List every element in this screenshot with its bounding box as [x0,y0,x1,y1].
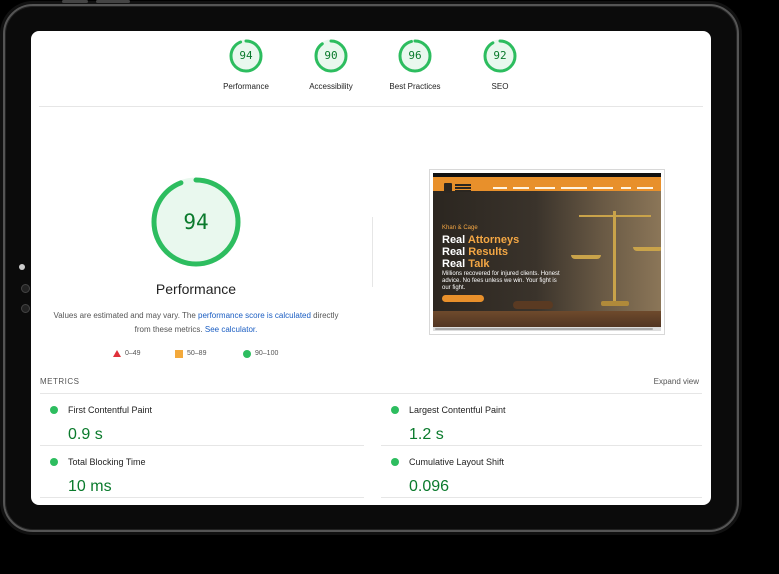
headline-accent: Talk [468,258,490,270]
metric-largest-contentful-paint: Largest Contentful Paint 1.2 s [381,400,701,450]
scales-illustration [633,247,661,251]
gauge-performance[interactable]: 94 Performance [201,39,291,91]
main-score: 94 [183,210,209,234]
gauge-label: Performance [223,82,269,91]
metric-name: Largest Contentful Paint [409,405,506,415]
final-screenshot: Khan & Cage Real Attorneys Real Results … [429,169,665,335]
site-logo-text [455,184,471,186]
site-nav-link [513,187,529,189]
scales-logo-icon [444,183,452,193]
sensor-icon [21,304,30,313]
headline-accent: Results [468,246,509,258]
legend-range: 50–89 [187,350,207,357]
metric-name: Total Blocking Time [68,457,146,467]
gauge-ring: 96 [398,39,432,73]
score-gauges: 94 Performance 90 Accessibility 96 Best … [31,31,711,107]
description-text: Values are estimated and may vary. The [53,311,198,320]
metrics-divider [40,497,364,498]
metric-value: 0.096 [409,478,450,495]
site-nav-link [561,187,587,189]
headline-word: Real [442,246,469,258]
gavel-illustration [513,301,553,309]
metric-cumulative-layout-shift: Cumulative Layout Shift 0.096 [381,452,701,502]
gauge-value: 94 [239,49,253,62]
metric-name: First Contentful Paint [68,405,153,415]
device-stage: 94 Performance 90 Accessibility 96 Best … [0,0,779,574]
gauge-value: 92 [493,49,507,62]
scrollbar-thumb [435,328,653,330]
gauge-best-practices[interactable]: 96 Best Practices [370,39,460,91]
gauge-ring: 94 [229,39,263,73]
gauge-accessibility[interactable]: 90 Accessibility [286,39,376,91]
vertical-divider [372,217,373,287]
site-headline: Real Results [442,247,508,258]
site-copy: Millions recovered for injured clients. … [442,271,560,291]
gauge-ring: 90 [314,39,348,73]
camera-icon [19,264,25,270]
site-nav-link [621,187,631,189]
see-calculator-link[interactable]: See calculator. [205,325,257,334]
metric-value: 10 ms [68,478,112,495]
legend-range: 90–100 [255,350,279,357]
site-nav-link [637,187,653,189]
metric-value: 1.2 s [409,426,444,443]
sensor-icon [21,284,30,293]
site-preview: Khan & Cage Real Attorneys Real Results … [433,173,661,331]
gauge-label: Best Practices [389,82,441,91]
pass-circle-icon [50,406,58,414]
headline-word: Real [442,258,469,270]
metrics-divider [381,497,702,498]
site-nav-link [493,187,507,189]
tablet-button [96,0,130,3]
scales-illustration [613,211,616,303]
metric-first-contentful-paint: First Contentful Paint 0.9 s [40,400,360,450]
expand-view-button[interactable]: Expand view [654,377,699,386]
metrics-divider [40,393,702,394]
gauge-value: 96 [408,49,422,62]
site-cta-button [442,295,484,302]
scales-illustration [601,301,629,306]
score-legend: 0–49 50–89 90–100 [111,349,331,361]
main-performance-gauge: 94 [151,177,241,267]
metrics-divider [40,445,364,446]
scales-illustration [571,255,601,259]
metrics-divider [381,445,702,446]
header-divider [39,106,703,107]
score-description: Values are estimated and may vary. The p… [51,309,341,337]
legend-range: 0–49 [125,350,141,357]
gauge-label: Accessibility [309,82,353,91]
gauge-label: SEO [491,82,509,91]
circle-icon [243,350,251,358]
pass-circle-icon [391,458,399,466]
site-headline: Real Attorneys [442,235,519,246]
site-headline: Real Talk [442,259,490,270]
metric-name: Cumulative Layout Shift [409,457,505,467]
metric-value: 0.9 s [68,426,103,443]
headline-accent: Attorneys [467,234,520,246]
square-icon [175,350,183,358]
headline-word: Real [442,234,468,246]
site-nav [433,177,661,193]
site-scrollbar [433,327,661,331]
gauge-seo[interactable]: 92 SEO [455,39,545,91]
triangle-icon [113,350,121,357]
main-title: Performance [155,281,237,297]
performance-score-link[interactable]: performance score is calculated [198,311,311,320]
site-logo [441,181,471,195]
metric-total-blocking-time: Total Blocking Time 10 ms [40,452,360,502]
pass-circle-icon [391,406,399,414]
site-brand: Khan & Cage [442,225,478,231]
metrics-heading: METRICS [40,377,80,386]
gauge-value: 90 [324,49,338,62]
site-nav-link [535,187,555,189]
site-nav-link [593,187,613,189]
pass-circle-icon [50,458,58,466]
lighthouse-report: 94 Performance 90 Accessibility 96 Best … [31,31,711,505]
tablet-button [62,0,88,3]
gauge-ring: 92 [483,39,517,73]
